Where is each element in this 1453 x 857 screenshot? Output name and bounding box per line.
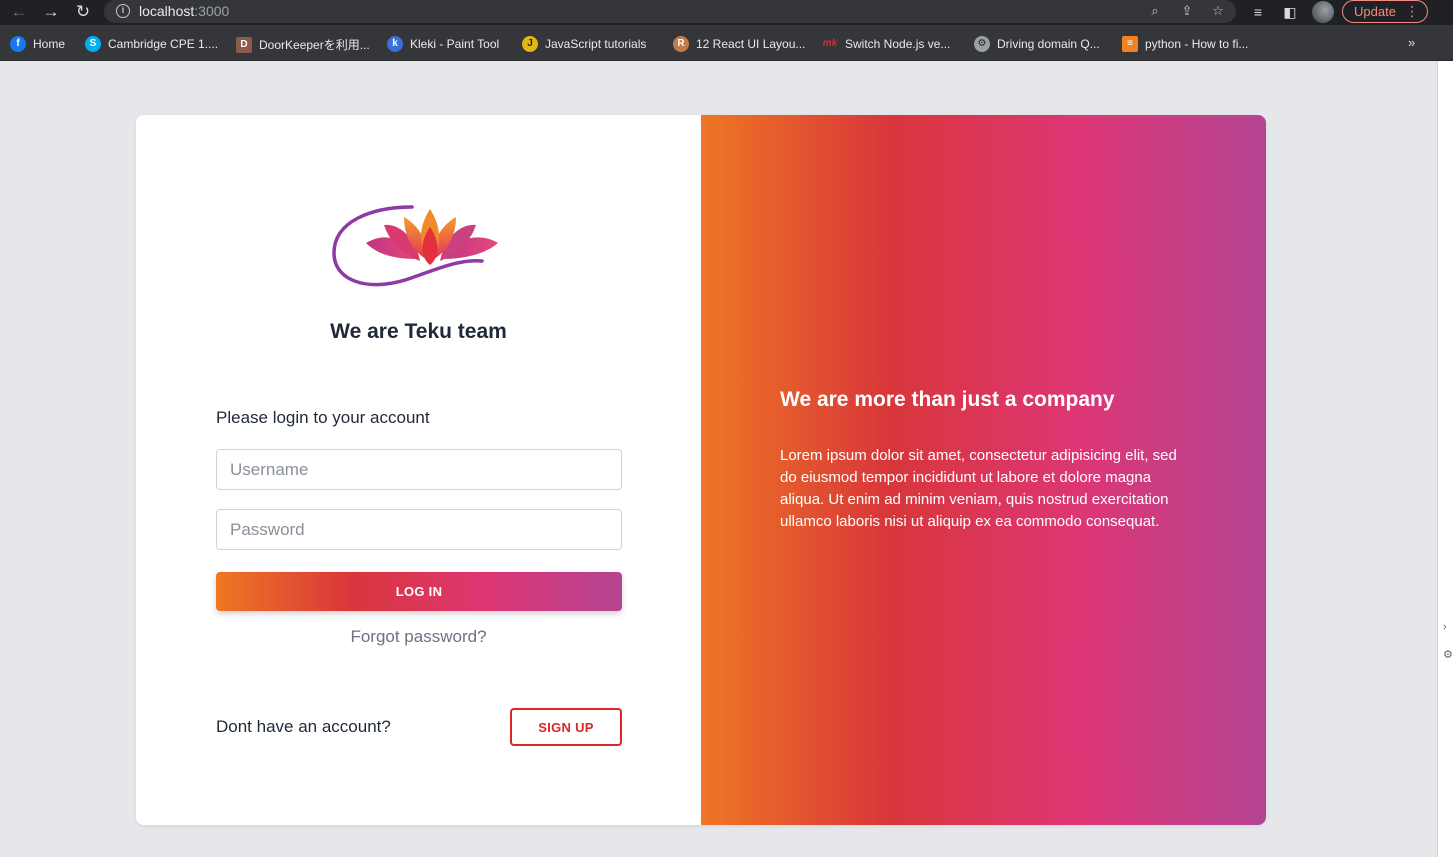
bookmark-home[interactable]: f Home <box>10 36 65 52</box>
url-host: localhost <box>139 3 195 19</box>
url-port: :3000 <box>194 3 230 19</box>
devtools-settings-icon[interactable]: ⚙ <box>1443 648 1453 661</box>
site-info-icon[interactable]: i <box>116 4 130 18</box>
forward-arrow-icon[interactable]: → <box>40 1 62 23</box>
promo-text: Lorem ipsum dolor sit amet, consectetur … <box>780 447 1177 530</box>
profile-avatar[interactable] <box>1312 1 1334 23</box>
no-account-text: Dont have an account? <box>216 717 391 736</box>
bookmark-python[interactable]: ≡ python - How to fi... <box>1122 36 1248 52</box>
mk-icon: mk <box>822 38 838 49</box>
kleki-icon: k <box>387 36 403 52</box>
side-panel-icon[interactable]: ◧ <box>1281 3 1299 21</box>
promo-title: We are more than just a company <box>780 388 1115 411</box>
skype-icon: S <box>85 36 101 52</box>
reload-icon[interactable]: ↻ <box>72 1 94 23</box>
password-input[interactable] <box>216 509 622 550</box>
bookmark-switch-node[interactable]: mk Switch Node.js ve... <box>822 36 951 52</box>
update-button[interactable]: Update ⋮ <box>1342 0 1428 23</box>
login-panel: We are Teku team Please login to your ac… <box>136 115 701 825</box>
address-bar[interactable]: i localhost:3000 ⌕ ⇪ ☆ <box>104 0 1236 23</box>
browser-toolbar: ← → ↻ i localhost:3000 ⌕ ⇪ ☆ ≡ ◧ Update ⋮ <box>0 0 1453 25</box>
bookmarks-more-icon[interactable]: » <box>1408 35 1415 50</box>
bookmarks-bar: f Home S Cambridge CPE 1.... D DoorKeeperを利… <box>0 25 1453 61</box>
bookmark-driving-domain[interactable]: ⚙ Driving domain Q... <box>974 36 1100 52</box>
back-arrow-icon[interactable]: ← <box>8 1 30 23</box>
devtools-side-strip <box>1437 61 1453 857</box>
bookmark-star-icon[interactable]: ☆ <box>1210 3 1226 19</box>
update-label: Update <box>1354 4 1396 19</box>
bookmark-cambridge[interactable]: S Cambridge CPE 1.... <box>85 36 218 52</box>
more-menu-icon[interactable]: ⋮ <box>1405 1 1419 22</box>
team-title: We are Teku team <box>330 320 507 343</box>
lotus-logo-icon <box>332 205 498 287</box>
login-card: We are Teku team Please login to your ac… <box>136 115 1266 825</box>
devtools-expand-icon[interactable]: › <box>1443 621 1447 633</box>
signup-button[interactable]: SIGN UP <box>510 708 622 746</box>
stackoverflow-icon: ≡ <box>1122 36 1138 52</box>
url-text: localhost:3000 <box>139 3 229 19</box>
gear-icon: ⚙ <box>974 36 990 52</box>
login-prompt: Please login to your account <box>216 408 430 427</box>
forgot-password-link[interactable]: Forgot password? <box>136 627 701 647</box>
share-icon[interactable]: ⇪ <box>1179 3 1195 19</box>
reading-list-icon[interactable]: ≡ <box>1249 3 1267 21</box>
react-layout-icon: R <box>673 36 689 52</box>
zoom-icon[interactable]: ⌕ <box>1147 3 1163 19</box>
username-input[interactable] <box>216 449 622 490</box>
login-button[interactable]: LOG IN <box>216 572 622 611</box>
bookmark-kleki[interactable]: k Kleki - Paint Tool <box>387 36 499 52</box>
facebook-icon: f <box>10 36 26 52</box>
promo-panel: We are more than just a company Lorem ip… <box>701 115 1266 825</box>
doorkeeper-icon: D <box>236 36 252 53</box>
bookmark-doorkeeper[interactable]: D DoorKeeperを利用... <box>236 36 370 53</box>
bookmark-react-layouts[interactable]: R 12 React UI Layou... <box>673 36 805 52</box>
bookmark-javascript[interactable]: J JavaScript tutorials <box>522 36 646 52</box>
javascript-icon: J <box>522 36 538 52</box>
